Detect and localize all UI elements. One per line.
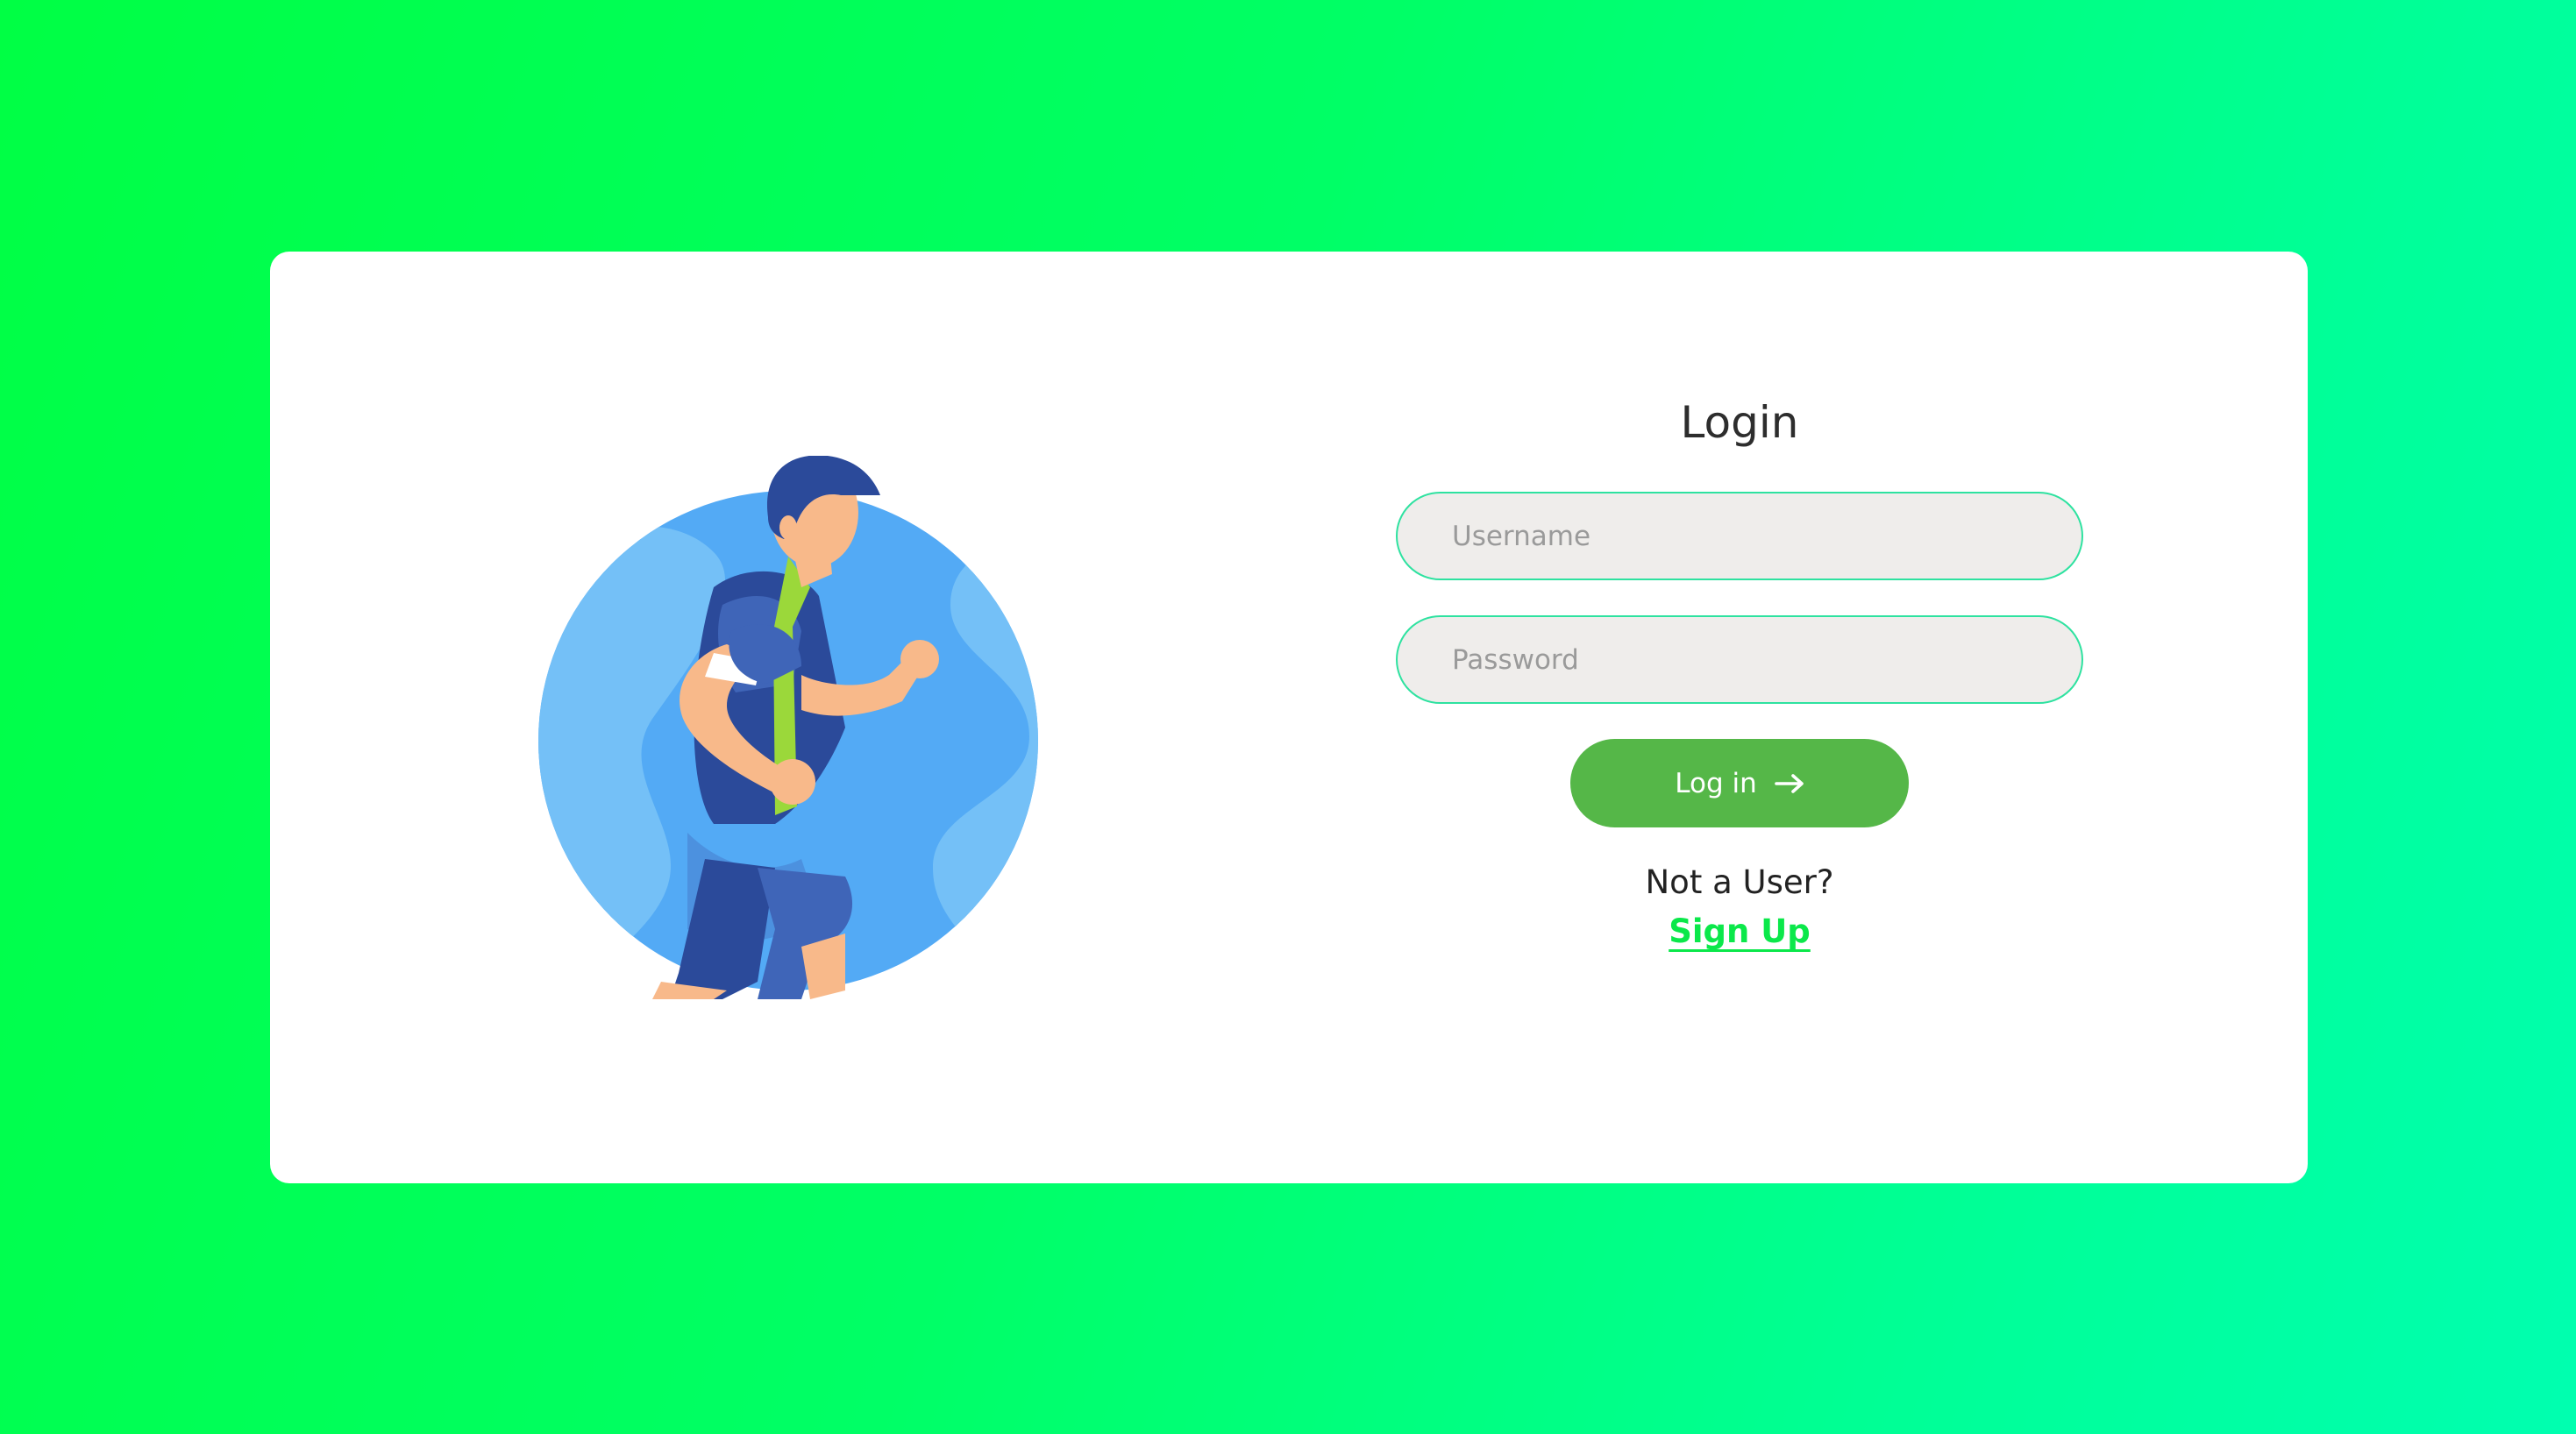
login-button[interactable]: Log in (1570, 739, 1909, 827)
password-input[interactable] (1396, 615, 2083, 704)
login-form: Login Log in Not a User? Sign Up (1396, 392, 2083, 955)
arrow-right-icon (1774, 773, 1804, 793)
signup-link[interactable]: Sign Up (1669, 908, 1811, 955)
not-user-text: Not a User? (1645, 863, 1834, 901)
login-card: Login Log in Not a User? Sign Up (270, 252, 2308, 1183)
runner-illustration (538, 456, 1064, 999)
login-title: Login (1680, 397, 1799, 448)
login-button-label: Log in (1675, 767, 1757, 799)
username-input[interactable] (1396, 492, 2083, 580)
